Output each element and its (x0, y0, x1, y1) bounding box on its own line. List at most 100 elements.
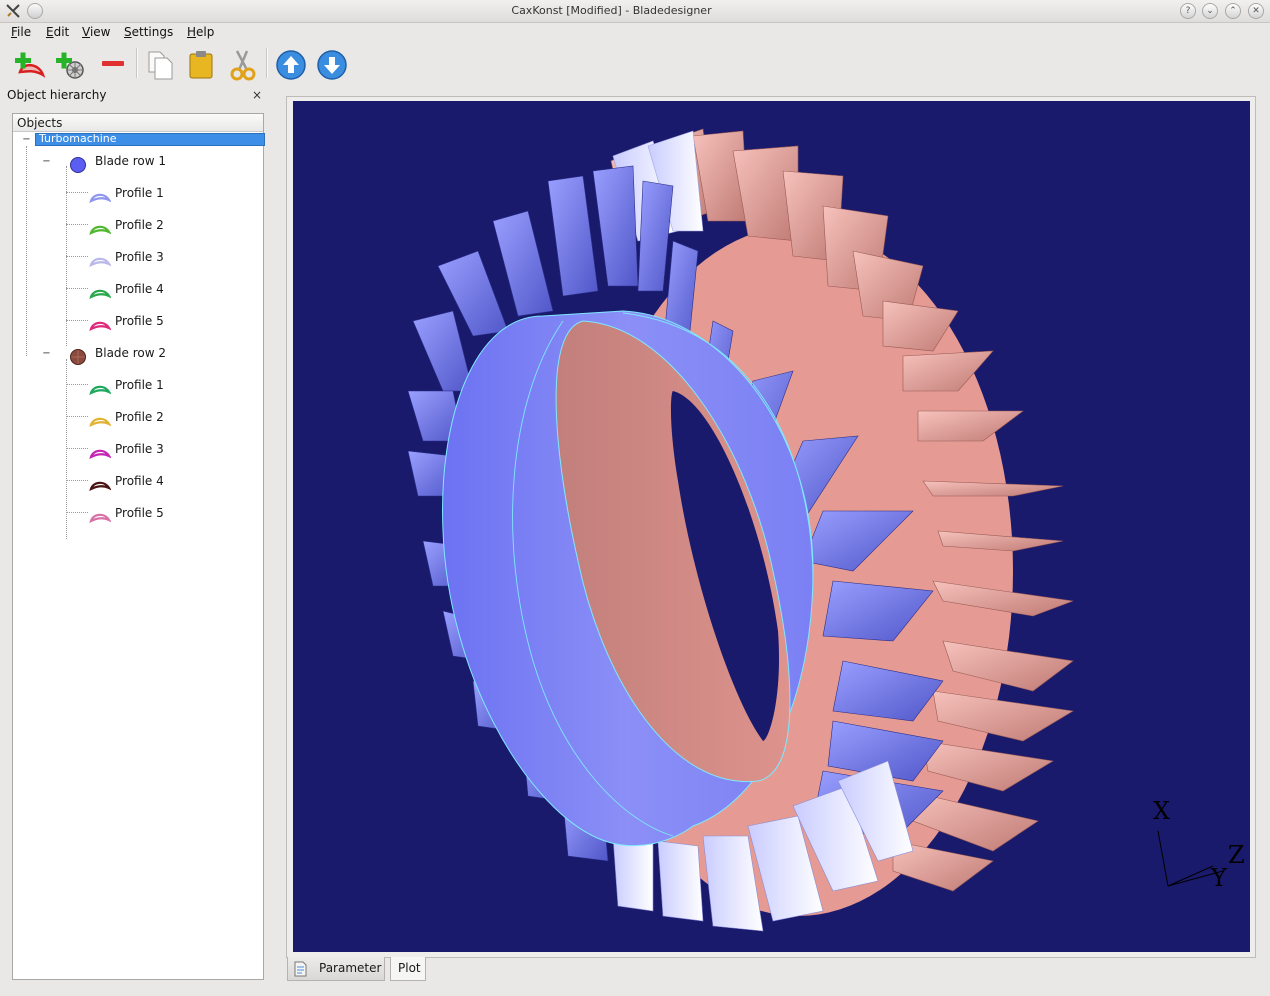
profile-label: Profile 3 (115, 442, 164, 456)
dock-title: Object hierarchy (7, 88, 107, 102)
profile-label: Profile 3 (115, 250, 164, 264)
window-title: CaxKonst [Modified] - Bladedesigner (511, 4, 712, 17)
menu-edit[interactable]: Edit (46, 25, 69, 39)
menu-edit-label: dit (53, 25, 70, 39)
turbomachine-expander[interactable]: − (22, 135, 31, 145)
tree-guide-line (66, 384, 88, 385)
cut-button[interactable] (224, 44, 262, 84)
paste-button[interactable] (182, 44, 220, 84)
blade-row-label: Blade row 2 (95, 346, 167, 360)
menu-file-label: ile (17, 25, 32, 39)
menu-settings[interactable]: Settings (124, 25, 173, 39)
maximize-button[interactable]: ⌃ (1225, 3, 1241, 19)
tree-guide-line (26, 146, 27, 356)
object-hierarchy-dock: Object hierarchy × Objects − Turbomachin… (5, 86, 272, 990)
profile-icon (89, 417, 111, 428)
axis-label-x: X (1153, 797, 1170, 825)
tree-item-profile[interactable]: Profile 5 (89, 504, 249, 524)
add-profile-icon (15, 52, 46, 78)
tree-item-profile[interactable]: Profile 3 (89, 440, 249, 460)
tree-item-blade-row-1[interactable]: Blade row 1 (69, 152, 249, 173)
profile-label: Profile 4 (115, 474, 164, 488)
menu-edit-accel: E (46, 25, 54, 39)
menu-settings-label: ettings (131, 25, 174, 39)
move-down-button[interactable] (313, 44, 351, 84)
tree-item-profile[interactable]: Profile 4 (89, 280, 249, 300)
tree-guide-line (66, 288, 88, 289)
axis-label-y: Y (1210, 864, 1228, 892)
tab-plot-label: Plot (398, 961, 421, 975)
3d-viewport[interactable]: X Y Z (293, 101, 1250, 952)
move-down-icon (317, 50, 347, 80)
move-up-button[interactable] (272, 44, 310, 84)
menu-file[interactable]: File (11, 25, 31, 39)
tree-guide-line (66, 320, 88, 321)
blade-row-2-expander[interactable]: − (42, 349, 51, 359)
dock-close-button[interactable]: × (252, 88, 262, 102)
profile-label: Profile 5 (115, 506, 164, 520)
profile-icon (89, 257, 111, 268)
tree-guide-line (66, 256, 88, 257)
tree-item-profile[interactable]: Profile 5 (89, 312, 249, 332)
toolbar-separator (136, 48, 138, 78)
tree-item-profile[interactable]: Profile 4 (89, 472, 249, 492)
remove-icon (102, 61, 124, 66)
cut-icon (230, 50, 256, 81)
parameter-tab-icon (294, 961, 307, 977)
profile-icon (89, 481, 111, 492)
menu-help-accel: H (187, 25, 197, 39)
menu-help[interactable]: Help (187, 25, 214, 39)
tree-item-profile[interactable]: Profile 1 (89, 376, 249, 396)
blade-row-icon (70, 349, 86, 365)
profile-icon (89, 289, 111, 300)
tree-item-profile[interactable]: Profile 3 (89, 248, 249, 268)
profile-label: Profile 5 (115, 314, 164, 328)
tree-guide-line (66, 416, 88, 417)
tree-guide-line (66, 448, 88, 449)
tree-guide-line (66, 512, 88, 513)
paste-icon (189, 51, 213, 79)
axis-label-z: Z (1228, 841, 1245, 869)
menu-bar: File Edit View Settings Help (0, 22, 1270, 42)
move-up-icon (276, 50, 306, 80)
tree-guide-line (66, 224, 88, 225)
profile-icon (89, 513, 111, 524)
tab-plot[interactable]: Plot (390, 957, 426, 981)
blade-row-1-expander[interactable]: − (42, 157, 51, 167)
remove-button[interactable] (94, 44, 132, 84)
turbomachine-render: X Y Z (407, 128, 1245, 932)
minimize-button[interactable]: ⌄ (1202, 3, 1218, 19)
profile-label: Profile 4 (115, 282, 164, 296)
tree-guide-line (66, 192, 88, 193)
profile-icon (89, 225, 111, 236)
copy-button[interactable] (141, 44, 179, 84)
help-window-button[interactable]: ? (1180, 3, 1196, 19)
tree-item-profile[interactable]: Profile 1 (89, 184, 249, 204)
close-window-button[interactable]: ✕ (1248, 3, 1264, 19)
tree-item-turbomachine-label: Turbomachine (39, 132, 117, 145)
add-blade-row-button[interactable] (51, 44, 89, 84)
profile-label: Profile 1 (115, 378, 164, 392)
menu-view[interactable]: View (82, 25, 110, 39)
tree-header: Objects (13, 114, 263, 132)
add-blade-row-icon (56, 52, 84, 79)
blade-row-icon (70, 157, 86, 173)
tree-header-label: Objects (17, 116, 63, 130)
tree-item-profile[interactable]: Profile 2 (89, 216, 249, 236)
title-bar: CaxKonst [Modified] - Bladedesigner ? ⌄ … (0, 0, 1270, 23)
tree-item-profile[interactable]: Profile 2 (89, 408, 249, 428)
object-tree[interactable]: Objects − Turbomachine − Blade row 1 Pro… (12, 113, 265, 980)
profile-label: Profile 2 (115, 218, 164, 232)
menu-help-label: elp (196, 25, 215, 39)
tab-parameter[interactable]: Parameter (287, 957, 385, 981)
toolbar-separator (266, 48, 268, 78)
blade-row-label: Blade row 1 (95, 154, 167, 168)
menu-view-label: iew (89, 25, 111, 39)
tree-item-blade-row-2[interactable]: Blade row 2 (69, 344, 249, 365)
tab-parameter-label: Parameter (319, 961, 382, 975)
copy-icon (148, 51, 173, 80)
add-profile-button[interactable] (10, 44, 48, 84)
toolbar (0, 42, 1270, 86)
tree-guide-line (66, 480, 88, 481)
profile-label: Profile 1 (115, 186, 164, 200)
